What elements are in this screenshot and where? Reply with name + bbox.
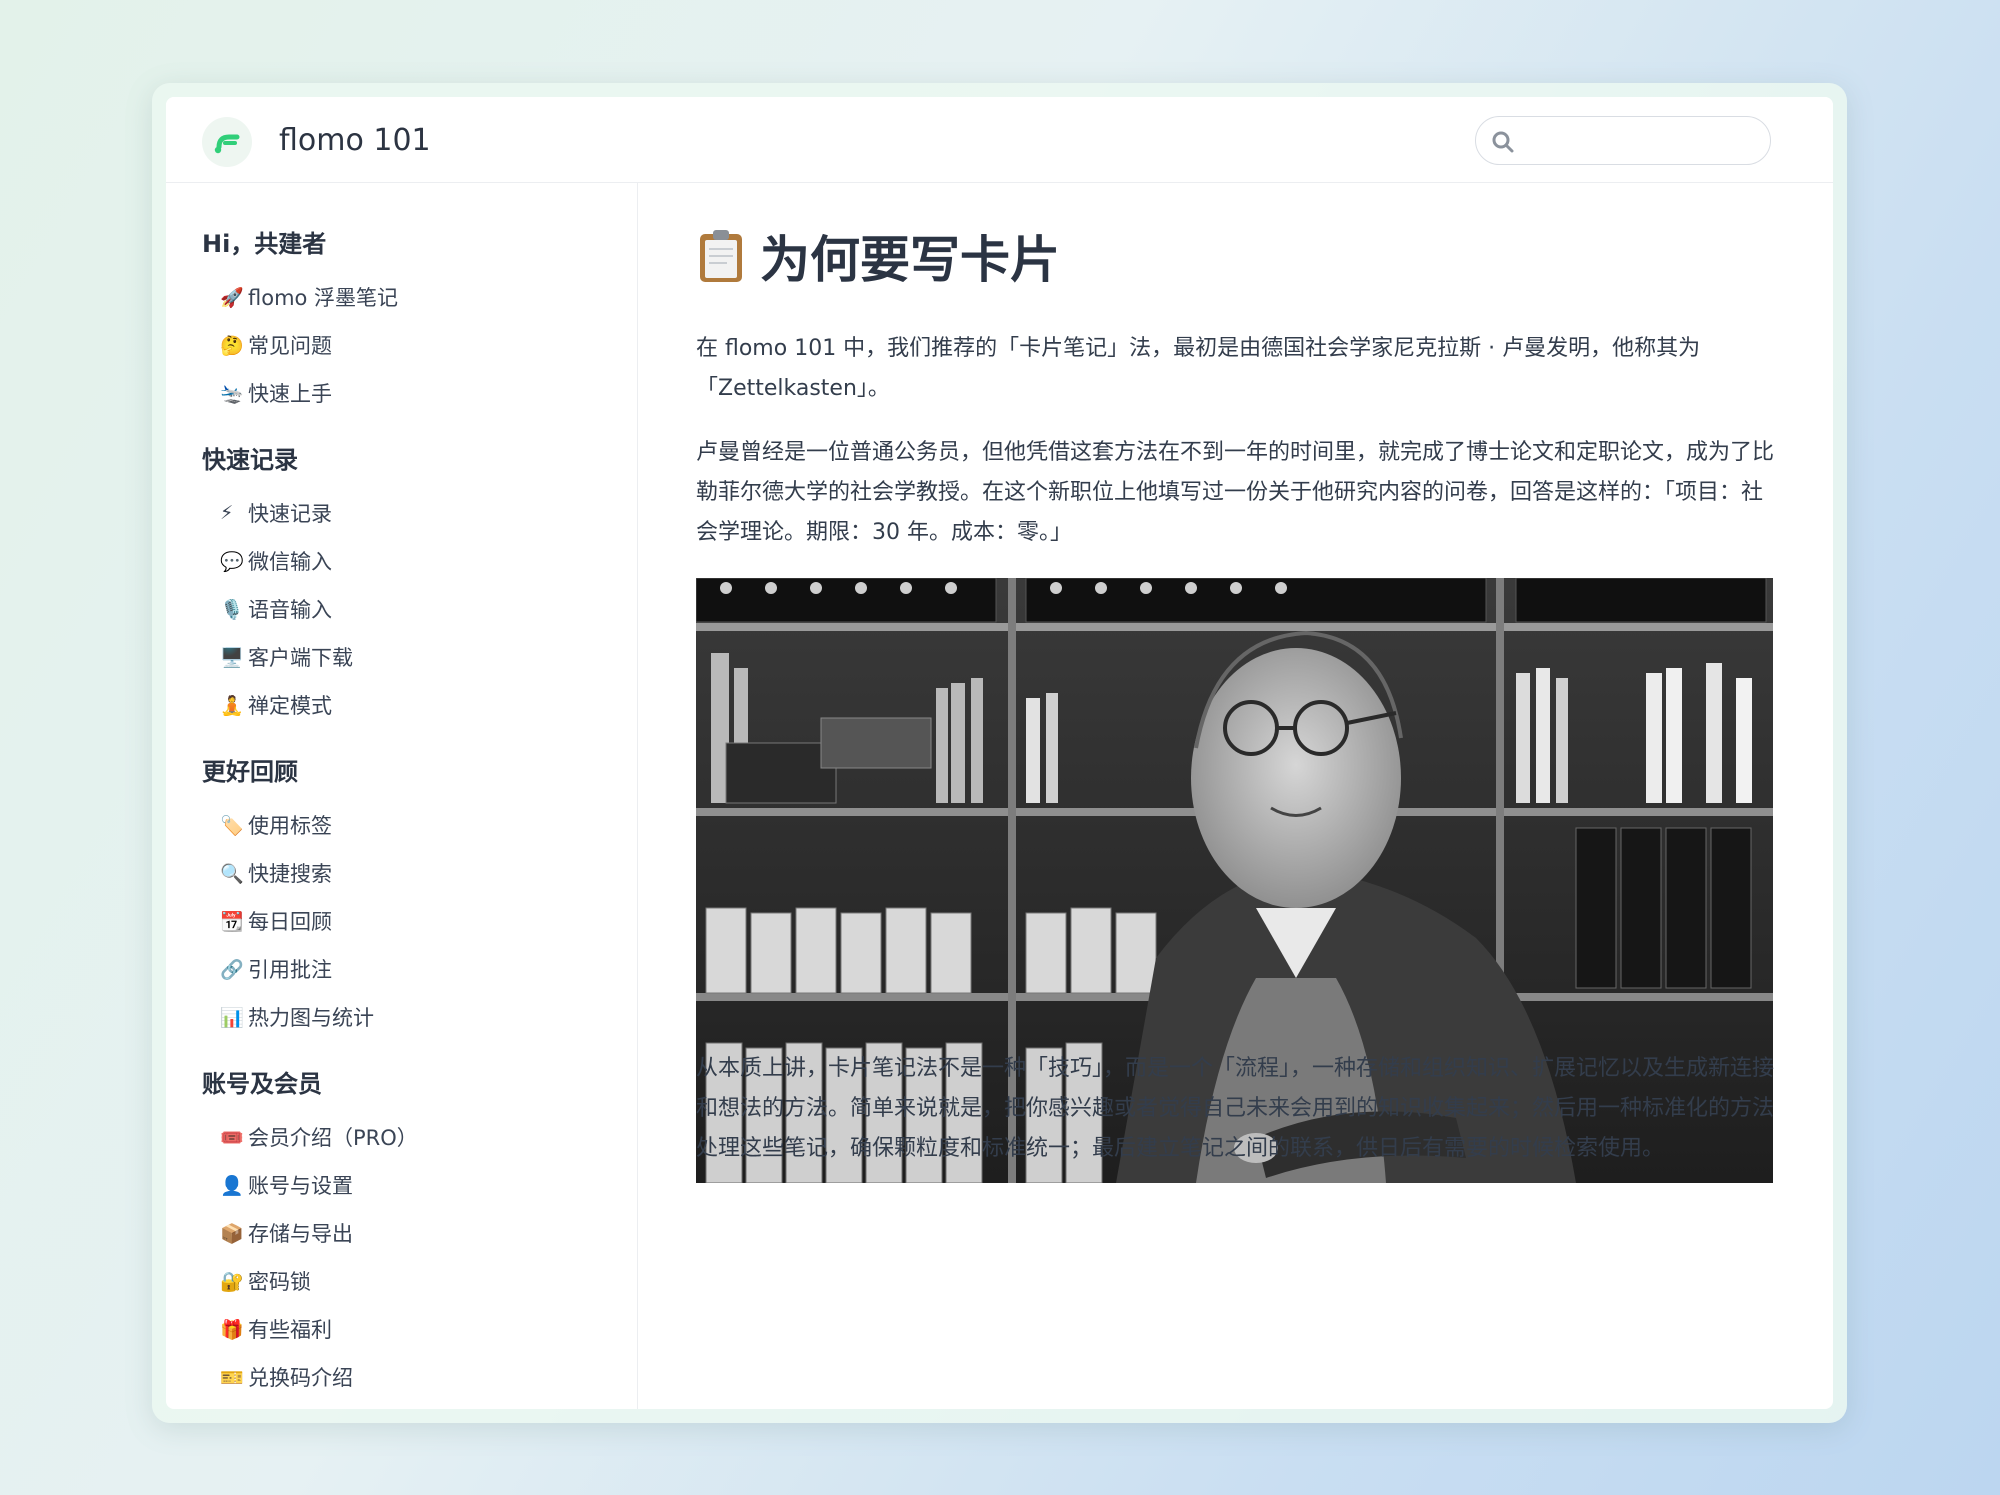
- ticket-icon: 🎟️: [220, 1126, 244, 1149]
- gift-icon: 🎁: [220, 1318, 244, 1341]
- sidebar-item-label: 使用标签: [248, 814, 332, 838]
- sidebar-item-zen-mode[interactable]: 🧘 禅定模式: [220, 681, 637, 729]
- package-icon: 📦: [220, 1222, 244, 1245]
- sidebar-item-password-lock[interactable]: 🔐 密码锁: [220, 1257, 637, 1305]
- sidebar-item-label: 常见问题: [248, 334, 332, 358]
- sidebar-item-search[interactable]: 🔍 快捷搜索: [220, 849, 637, 897]
- sidebar-item-label: 微信输入: [248, 550, 332, 574]
- sidebar-item-label: 快捷搜索: [248, 862, 332, 886]
- microphone-icon: 🎙️: [220, 598, 244, 621]
- nav-group-title: 账号及会员: [202, 1070, 322, 1098]
- sidebar-item-label: 会员介绍（PRO）: [248, 1126, 418, 1150]
- paragraph-intro: 在 flomo 101 中，我们推荐的「卡片笔记」法，最初是由德国社会学家尼克拉…: [696, 336, 1701, 401]
- sidebar-item-label: 账号与设置: [248, 1174, 353, 1198]
- calendar-icon: 📆: [220, 910, 244, 933]
- app-title[interactable]: flomo 101: [279, 121, 431, 161]
- tag-icon: 🏷️: [220, 814, 244, 837]
- sidebar-item-references[interactable]: 🔗 引用批注: [220, 945, 637, 993]
- airplane-arrival-icon: 🛬: [220, 382, 244, 405]
- sidebar-item-label: 快速上手: [248, 382, 332, 406]
- sidebar-item-account-settings[interactable]: 👤 账号与设置: [220, 1161, 637, 1209]
- desktop-computer-icon: 🖥️: [220, 646, 244, 669]
- magnifier-icon: 🔍: [220, 862, 244, 885]
- nav-group-quick-record: 快速记录 ⚡ 快速记录 💬 微信输入 🎙️ 语音输入 🖥️ 客户端下载 🧘 禅定模式: [202, 443, 637, 729]
- meditation-icon: 🧘: [220, 694, 244, 717]
- user-icon: 👤: [220, 1174, 244, 1197]
- sidebar-item-label: 客户端下载: [248, 646, 353, 670]
- thinking-face-icon: 🤔: [220, 334, 244, 357]
- sidebar-item-label: 禅定模式: [248, 694, 332, 718]
- search-input[interactable]: [1526, 125, 1760, 157]
- sidebar-item-label: 兑换码介绍: [248, 1366, 353, 1390]
- search-icon: [1492, 131, 1514, 153]
- sidebar-item-voice-input[interactable]: 🎙️ 语音输入: [220, 585, 637, 633]
- sidebar-item-label: 语音输入: [248, 598, 332, 622]
- sidebar-item-tags[interactable]: 🏷️ 使用标签: [220, 801, 637, 849]
- paragraph-essence: 从本质上讲，卡片笔记法不是一种「技巧」，而是一个「流程」，一种存储和组织知识、扩…: [696, 1056, 1775, 1161]
- app-window: flomo 101 Hi，共建者 🚀 flomo 浮墨笔记 🤔 常见问题 🛬 快速上手: [166, 97, 1833, 1409]
- sidebar-item-label: 热力图与统计: [248, 1006, 374, 1030]
- sidebar-item-client-download[interactable]: 🖥️ 客户端下载: [220, 633, 637, 681]
- sidebar-item-label: flomo 浮墨笔记: [248, 286, 399, 310]
- speech-bubble-icon: 💬: [220, 550, 244, 573]
- paragraph-luhmann: 卢曼曾经是一位普通公务员，但他凭借这套方法在不到一年的时间里，就完成了博士论文和…: [696, 440, 1775, 545]
- sidebar-item-label: 引用批注: [248, 958, 332, 982]
- sidebar-item-storage-export[interactable]: 📦 存储与导出: [220, 1209, 637, 1257]
- nav-group-welcome: Hi，共建者 🚀 flomo 浮墨笔记 🤔 常见问题 🛬 快速上手: [202, 227, 637, 417]
- article-content: 为何要写卡片 在 flomo 101 中，我们推荐的「卡片笔记」法，最初是由德国…: [638, 183, 1833, 1409]
- rocket-icon: 🚀: [220, 286, 244, 309]
- sidebar-item-membership[interactable]: 🎟️ 会员介绍（PRO）: [220, 1113, 637, 1161]
- page-title: 为何要写卡片: [696, 221, 1060, 291]
- search-box[interactable]: [1475, 116, 1771, 165]
- lock-icon: 🔐: [220, 1270, 244, 1293]
- nav-group-account: 账号及会员 🎟️ 会员介绍（PRO） 👤 账号与设置 📦 存储与导出 🔐 密码锁 🎁 有些…: [202, 1067, 637, 1401]
- sidebar-item-faq[interactable]: 🤔 常见问题: [220, 321, 637, 369]
- window-frame: flomo 101 Hi，共建者 🚀 flomo 浮墨笔记 🤔 常见问题 🛬 快速上手: [152, 83, 1847, 1423]
- sidebar-item-benefits[interactable]: 🎁 有些福利: [220, 1305, 637, 1353]
- nav-group-review: 更好回顾 🏷️ 使用标签 🔍 快捷搜索 📆 每日回顾 🔗 引用批注 📊 热力图与统计: [202, 755, 637, 1041]
- sidebar-item-label: 密码锁: [248, 1270, 311, 1294]
- sidebar-item-wechat-input[interactable]: 💬 微信输入: [220, 537, 637, 585]
- sidebar-item-label: 存储与导出: [248, 1222, 353, 1246]
- sidebar-item-flomo[interactable]: 🚀 flomo 浮墨笔记: [220, 273, 637, 321]
- ticket-card-icon: 🎫: [220, 1366, 244, 1389]
- page-title-text: 为何要写卡片: [760, 231, 1060, 289]
- link-icon: 🔗: [220, 958, 244, 981]
- flomo-logo-icon[interactable]: [202, 117, 252, 167]
- sidebar-item-label: 每日回顾: [248, 910, 332, 934]
- sidebar-item-heatmap[interactable]: 📊 热力图与统计: [220, 993, 637, 1041]
- bar-chart-icon: 📊: [220, 1006, 244, 1029]
- clipboard-icon: [696, 228, 746, 284]
- top-bar: flomo 101: [166, 97, 1833, 183]
- nav-group-title: 更好回顾: [202, 758, 298, 786]
- sidebar: Hi，共建者 🚀 flomo 浮墨笔记 🤔 常见问题 🛬 快速上手 快速记录 ⚡ 快速记…: [166, 183, 638, 1409]
- sidebar-item-label: 有些福利: [248, 1318, 332, 1342]
- lightning-icon: ⚡: [220, 502, 234, 524]
- nav-group-title: 快速记录: [202, 446, 298, 474]
- sidebar-item-label: 快速记录: [248, 502, 332, 526]
- sidebar-item-quick-record[interactable]: ⚡ 快速记录: [220, 489, 637, 537]
- sidebar-item-quickstart[interactable]: 🛬 快速上手: [220, 369, 637, 417]
- sidebar-item-redeem-code[interactable]: 🎫 兑换码介绍: [220, 1353, 637, 1401]
- nav-group-title: Hi，共建者: [202, 230, 327, 258]
- sidebar-item-daily-review[interactable]: 📆 每日回顾: [220, 897, 637, 945]
